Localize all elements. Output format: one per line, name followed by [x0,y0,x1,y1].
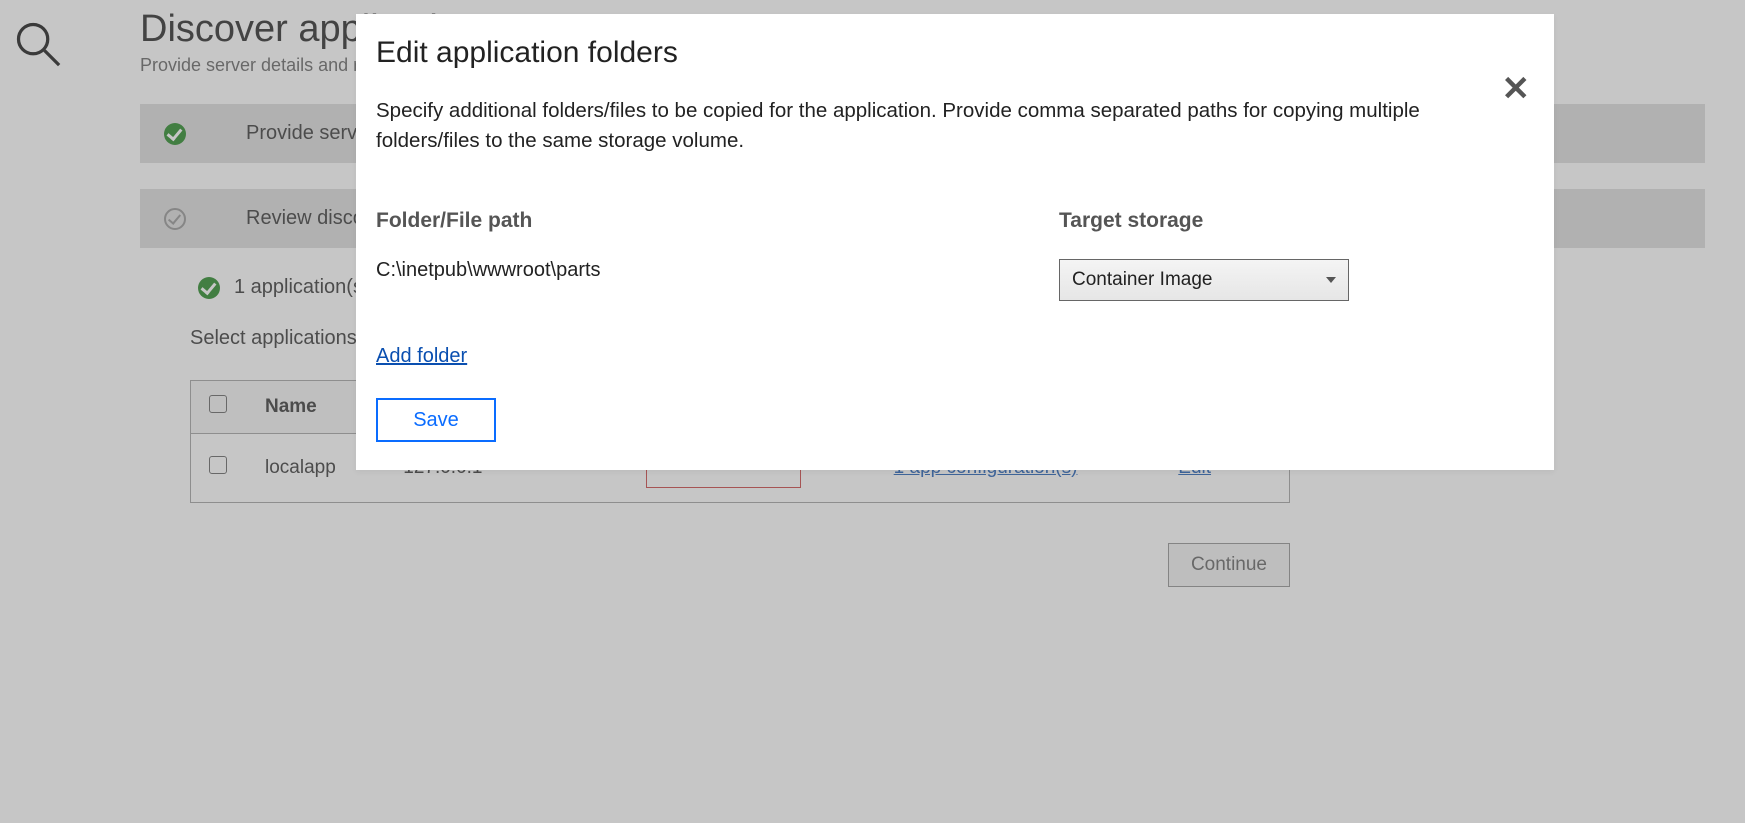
target-storage-selected: Container Image [1072,269,1212,291]
modal-title: Edit application folders [376,36,1534,70]
folder-path-value: C:\inetpub\wwwroot\parts [376,259,1059,282]
close-icon[interactable]: ✕ [1502,72,1531,106]
save-button[interactable]: Save [376,398,496,442]
add-folder-link[interactable]: Add folder [376,345,467,368]
chevron-down-icon [1326,277,1336,283]
edit-folders-modal: Edit application folders ✕ Specify addit… [356,14,1554,470]
modal-description: Specify additional folders/files to be c… [376,96,1436,155]
target-storage-header: Target storage [1059,209,1534,233]
target-storage-select[interactable]: Container Image [1059,259,1349,301]
folder-path-header: Folder/File path [376,209,1059,233]
